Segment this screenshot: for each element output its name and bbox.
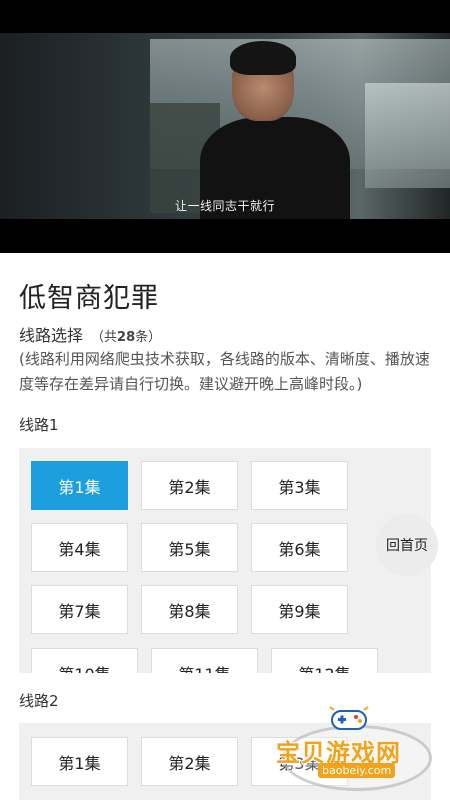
line1-episode-4[interactable]: 第4集 (31, 523, 128, 572)
route-select-heading: 线路选择 （共28条） (19, 322, 161, 346)
route-select-label: 线路选择 (19, 326, 84, 345)
route-count-prefix: （共 (91, 330, 118, 345)
line1-episode-6[interactable]: 第6集 (251, 523, 348, 572)
line1-episode-7[interactable]: 第7集 (31, 585, 128, 634)
route-hint: (线路利用网络爬虫技术获取，各线路的版本、清晰度、播放速度等存在差异请自行切换。… (19, 350, 430, 393)
line2-episode-1[interactable]: 第1集 (31, 737, 128, 786)
gamepad-icon (329, 706, 369, 730)
watermark-logo: 宝贝游戏网 baobeiy.com (270, 705, 450, 800)
line1-episode-9[interactable]: 第9集 (251, 585, 348, 634)
line1-episode-2[interactable]: 第2集 (141, 461, 238, 510)
route-count-suffix: 条） (135, 330, 162, 345)
watermark-url: baobeiy.com (318, 763, 396, 778)
person-hair (230, 41, 296, 75)
route-count: （共28条） (91, 330, 161, 345)
video-player[interactable]: 让一线同志干就行 (0, 0, 450, 253)
line1-episode-grid: 第1集 第2集 第3集 第4集 第5集 第6集 第7集 第8集 第9集 第10集… (19, 448, 431, 673)
line1-episode-12[interactable]: 第12集 (271, 648, 378, 673)
line1-episode-10[interactable]: 第10集 (31, 648, 138, 673)
line1-episode-8[interactable]: 第8集 (141, 585, 238, 634)
video-frame (0, 33, 450, 219)
line2-label: 线路2 (19, 692, 59, 710)
line1-episode-5[interactable]: 第5集 (141, 523, 238, 572)
back-home-button[interactable]: 回首页 (376, 514, 438, 576)
line1-episode-1[interactable]: 第1集 (31, 461, 128, 510)
route-count-value: 28 (117, 330, 136, 345)
background-right-window (365, 83, 450, 188)
line1-episode-11[interactable]: 第11集 (151, 648, 258, 673)
line2-episode-2[interactable]: 第2集 (141, 737, 238, 786)
line1-label: 线路1 (19, 416, 59, 434)
line1-episode-3[interactable]: 第3集 (251, 461, 348, 510)
page-title: 低智商犯罪 (19, 283, 159, 314)
video-subtitle: 让一线同志干就行 (174, 199, 275, 213)
